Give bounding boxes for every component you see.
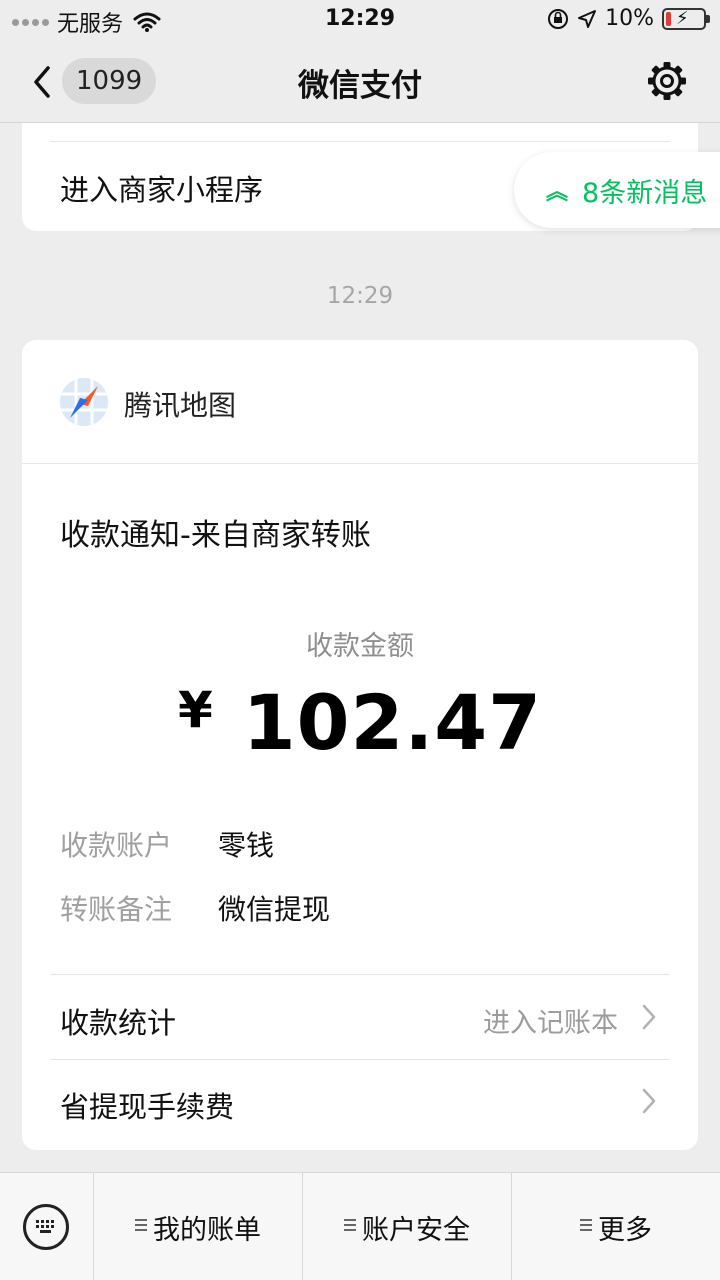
double-chevron-up-icon: ︽ xyxy=(546,180,569,205)
battery-percent: 10% xyxy=(605,6,654,31)
location-arrow-icon xyxy=(578,9,597,28)
detail-value: 零钱 xyxy=(218,829,275,862)
save-withdrawal-fee-row[interactable]: 省提现手续费 xyxy=(22,1060,698,1144)
notice-title: 收款通知-来自商家转账 xyxy=(60,518,371,553)
bottom-menu-bar: 我的账单 账户安全 更多 xyxy=(0,1172,720,1280)
keyboard-icon xyxy=(23,1204,69,1250)
new-messages-label: 8条新消息 xyxy=(582,177,708,209)
status-bar: 无服务 12:29 10% ⚡ xyxy=(0,0,720,40)
new-messages-button[interactable]: ︽ 8条新消息 xyxy=(514,152,720,228)
tencent-map-logo-icon xyxy=(60,378,108,426)
menu-lines-icon xyxy=(580,1219,592,1231)
chevron-right-icon xyxy=(642,1088,656,1114)
detail-key: 转账备注 xyxy=(60,893,173,926)
menu-more[interactable]: 更多 xyxy=(511,1173,720,1280)
menu-lines-icon xyxy=(135,1219,147,1231)
mini-program-header[interactable]: 腾讯地图 xyxy=(22,340,698,463)
message-timestamp: 12:29 xyxy=(326,283,394,309)
payment-stats-label: 收款统计 xyxy=(60,1006,177,1040)
header-divider xyxy=(22,463,698,464)
enter-ledger-hint: 进入记账本 xyxy=(483,1008,618,1039)
orientation-lock-icon xyxy=(548,8,569,29)
status-right: 10% ⚡ xyxy=(547,6,710,31)
amount-label: 收款金额 xyxy=(306,631,414,662)
amount-value: 102.47 xyxy=(242,678,543,767)
section-divider xyxy=(50,974,670,975)
menu-my-bills[interactable]: 我的账单 xyxy=(93,1173,302,1280)
menu-lines-icon xyxy=(344,1219,356,1231)
mini-program-name: 腾讯地图 xyxy=(124,389,237,422)
battery-icon: ⚡ xyxy=(662,7,710,30)
menu-account-security[interactable]: 账户安全 xyxy=(302,1173,511,1280)
detail-key: 收款账户 xyxy=(60,829,173,862)
receiving-account-row: 收款账户 零钱 xyxy=(60,824,274,864)
amount-display: ¥102.47 xyxy=(22,678,698,767)
page-title: 微信支付 xyxy=(298,68,422,104)
keyboard-toggle-button[interactable] xyxy=(0,1173,93,1280)
gear-icon[interactable] xyxy=(646,60,688,102)
menu-label: 我的账单 xyxy=(153,1214,261,1246)
payment-notification-card[interactable]: 腾讯地图 收款通知-来自商家转账 收款金额 ¥102.47 收款账户 零钱 转账备… xyxy=(22,340,698,1150)
menu-label: 账户安全 xyxy=(362,1214,470,1246)
currency-symbol: ¥ xyxy=(177,681,213,739)
enter-merchant-mini-program-link[interactable]: 进入商家小程序 xyxy=(60,167,263,209)
menu-label: 更多 xyxy=(598,1214,652,1246)
payment-stats-row[interactable]: 收款统计 进入记账本 xyxy=(22,976,698,1060)
transfer-remark-row: 转账备注 微信提现 xyxy=(60,888,330,928)
card-divider xyxy=(50,141,670,142)
save-withdrawal-fee-label: 省提现手续费 xyxy=(60,1090,235,1124)
detail-value: 微信提现 xyxy=(218,893,331,926)
nav-bar: 1099 微信支付 xyxy=(0,40,720,122)
chevron-right-icon xyxy=(642,1004,656,1030)
